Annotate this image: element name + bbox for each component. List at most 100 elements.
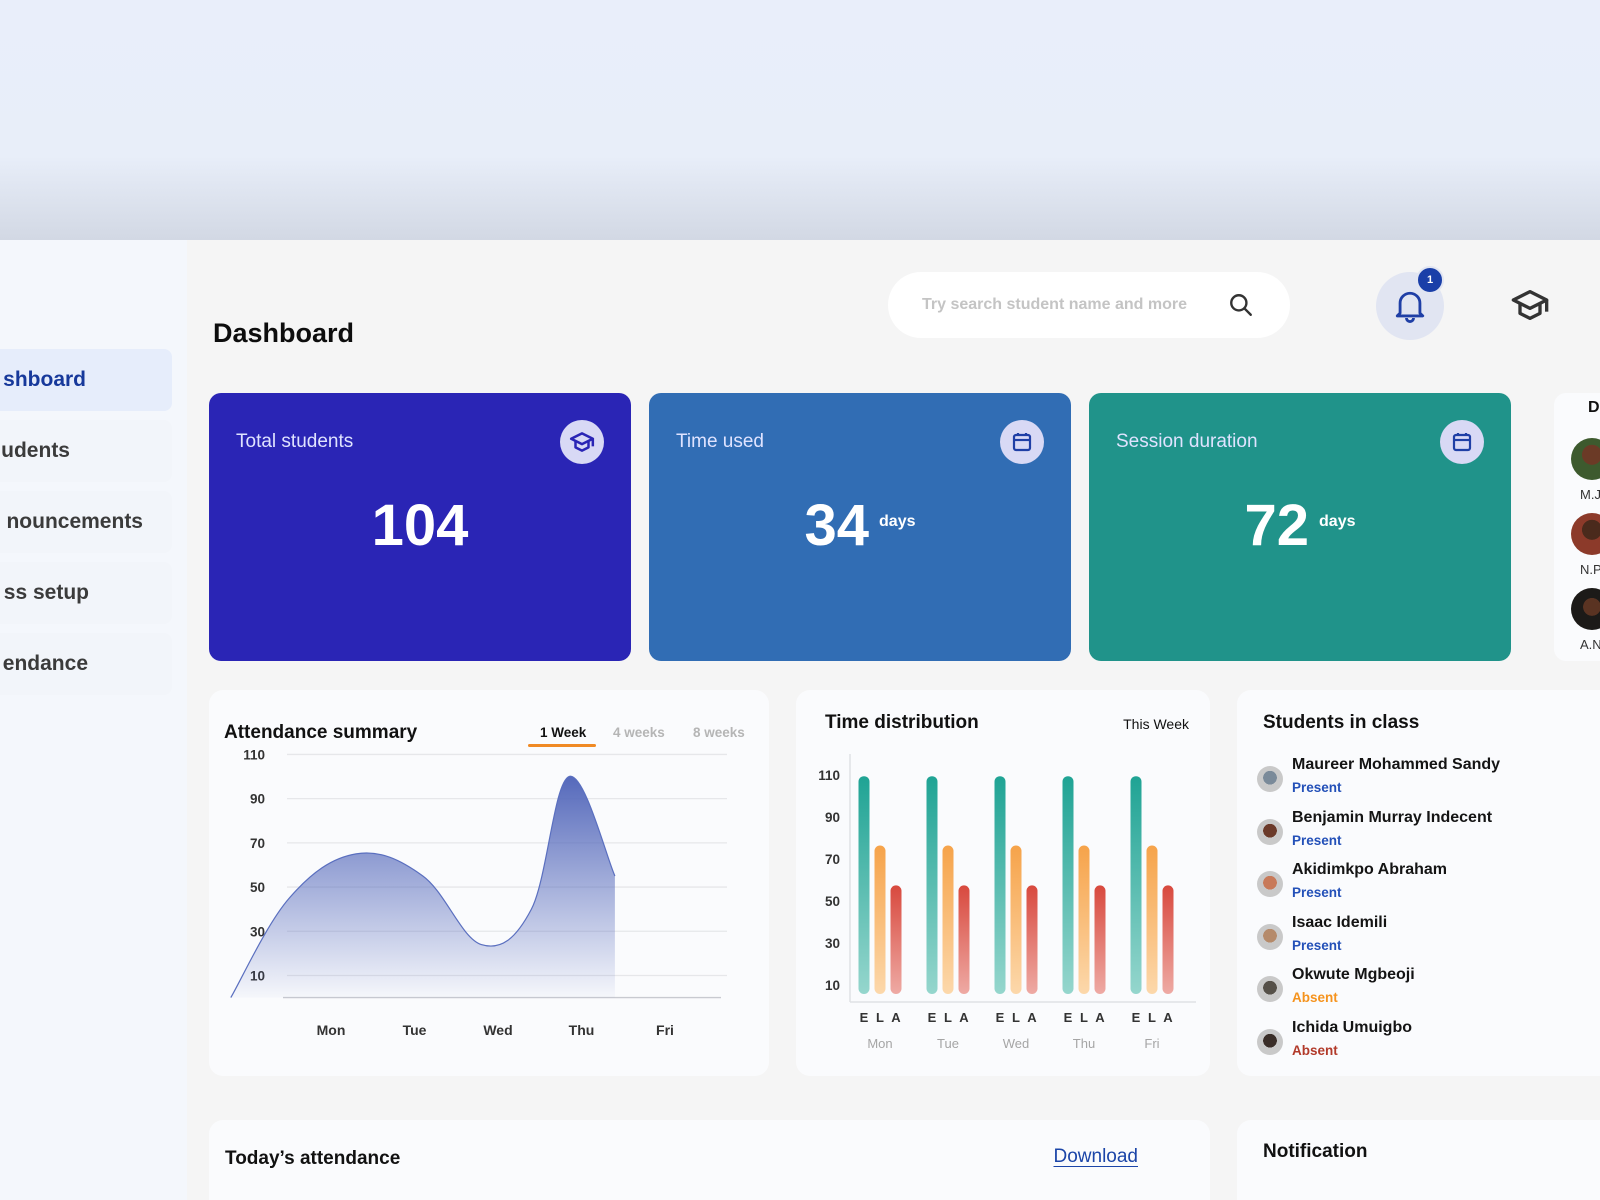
bar-e-thu — [1062, 776, 1074, 994]
y-tick-label: 90 — [825, 810, 840, 825]
todays-attendance-panel: Today’s attendance Download — [209, 1120, 1210, 1200]
bar-l-wed — [1010, 845, 1022, 994]
page-title: Dashboard — [213, 318, 355, 348]
bar-l-mon — [874, 845, 886, 994]
student-name: Maureer Mohammed Sandy — [1292, 756, 1501, 773]
main-content: Dashboard 1 Total students 104 Time used… — [187, 240, 1600, 1200]
bar-sub-label: L — [1080, 1010, 1088, 1025]
search-input[interactable] — [922, 296, 1212, 314]
sidebar-item-class-setup[interactable]: ss setup — [0, 562, 172, 624]
x-tick-label: Tue — [937, 1036, 959, 1051]
stat-value: 104 — [371, 493, 469, 558]
x-tick-label: Tue — [403, 1022, 427, 1038]
stat-label: Total students — [236, 431, 354, 452]
student-row[interactable]: Akidimkpo Abraham Present — [1257, 861, 1587, 911]
student-name: Okwute Mgbeoji — [1292, 966, 1415, 983]
student-row[interactable]: Benjamin Murray Indecent Present — [1257, 809, 1587, 859]
period-selector[interactable]: This Week — [1123, 716, 1189, 732]
x-tick-label: Fri — [656, 1022, 674, 1038]
student-name: Ichida Umuigbo — [1292, 1018, 1412, 1036]
sidebar-item-label: nouncements — [6, 510, 143, 533]
graduation-cap-icon[interactable] — [1510, 285, 1550, 325]
stat-unit: days — [1319, 513, 1356, 530]
panel-title: Time distribution — [825, 712, 979, 733]
student-name: Benjamin Murray Indecent — [1292, 808, 1493, 826]
y-tick-label: 50 — [825, 894, 840, 909]
avatar — [1257, 818, 1283, 845]
y-tick-label: 90 — [250, 792, 265, 807]
student-status: Present — [1292, 780, 1342, 795]
tab-1-week[interactable]: 1 Week — [540, 725, 586, 740]
stat-card-session-duration: Session duration 72 days — [1089, 393, 1511, 661]
panel-title: Today’s attendance — [225, 1148, 401, 1169]
bar-a-fri — [1162, 885, 1174, 994]
attendance-area-chart: 1030507090110MonTueWedThuFri — [230, 750, 727, 1038]
x-tick-label: Wed — [1003, 1036, 1030, 1051]
sidebar: shboard udents nouncements ss setup enda… — [0, 240, 187, 1200]
student-row[interactable]: Isaac Idemili Present — [1257, 914, 1587, 964]
y-tick-label: 110 — [243, 750, 265, 762]
bar-e-fri — [1130, 776, 1142, 994]
bar-sub-label: E — [996, 1010, 1005, 1025]
student-status: Present — [1292, 885, 1342, 900]
bar-e-tue — [926, 776, 938, 994]
download-link[interactable]: Download — [1054, 1146, 1139, 1168]
sidebar-item-dashboard[interactable]: shboard — [0, 349, 172, 411]
avatar[interactable] — [1571, 438, 1600, 480]
bar-a-thu — [1094, 885, 1106, 994]
student-row[interactable]: Ichida Umuigbo Absent — [1257, 1019, 1587, 1069]
bar-e-wed — [994, 776, 1006, 994]
x-tick-label: Thu — [569, 1022, 595, 1038]
bar-sub-label: L — [944, 1010, 952, 1025]
panel-title: Students in class — [1263, 712, 1420, 733]
x-tick-label: Mon — [867, 1036, 892, 1051]
avatar — [1257, 1028, 1283, 1055]
students-in-class-panel: Students in class Maureer Mohammed Sandy… — [1237, 690, 1600, 1076]
sidebar-item-announcements[interactable]: nouncements — [0, 491, 172, 553]
x-tick-label: Fri — [1144, 1036, 1159, 1051]
sidebar-item-attendance[interactable]: endance — [0, 633, 172, 695]
x-tick-label: Wed — [483, 1022, 512, 1038]
partial-card: Da M.J N.P A.N — [1554, 393, 1600, 661]
bar-sub-label: A — [891, 1010, 901, 1025]
avatar — [1257, 871, 1283, 897]
search-icon[interactable] — [1228, 292, 1254, 318]
avatar-initials: N.P — [1580, 562, 1600, 577]
avatar — [1257, 766, 1283, 792]
bar-sub-label: E — [928, 1010, 937, 1025]
bar-sub-label: E — [1064, 1010, 1073, 1025]
x-tick-label: Mon — [317, 1022, 346, 1038]
y-tick-label: 70 — [825, 852, 840, 867]
stat-unit: days — [879, 513, 916, 530]
bar-a-tue — [958, 885, 970, 994]
sidebar-item-label: ss setup — [3, 581, 89, 604]
panel-title: Attendance summary — [224, 722, 418, 743]
tab-4-weeks[interactable]: 4 weeks — [613, 725, 665, 740]
bar-l-fri — [1146, 845, 1158, 994]
y-tick-label: 10 — [825, 978, 840, 993]
graduation-cap-icon — [560, 420, 604, 464]
y-tick-label: 110 — [818, 768, 840, 783]
partial-card-title: Da — [1588, 399, 1600, 416]
stat-label: Session duration — [1116, 431, 1258, 452]
bar-sub-label: L — [1012, 1010, 1020, 1025]
bar-sub-label: A — [1095, 1010, 1105, 1025]
tab-8-weeks[interactable]: 8 weeks — [693, 725, 745, 740]
student-row[interactable]: Maureer Mohammed Sandy Present — [1257, 756, 1587, 806]
panel-title: Notification — [1263, 1141, 1368, 1162]
bar-e-mon — [858, 776, 870, 994]
notification-panel: Notification — [1237, 1120, 1600, 1200]
avatar[interactable] — [1571, 513, 1600, 555]
student-row[interactable]: Okwute Mgbeoji Absent — [1257, 966, 1587, 1016]
stat-value: 72 — [1244, 493, 1310, 558]
time-distribution-panel: Time distribution This Week 10 30 50 70 90 11… — [796, 690, 1210, 1076]
calendar-icon — [1440, 420, 1484, 464]
avatar[interactable] — [1571, 588, 1600, 630]
student-name: Isaac Idemili — [1292, 913, 1388, 931]
bar-sub-label: E — [1132, 1010, 1141, 1025]
bar-l-tue — [942, 845, 954, 994]
y-tick-label: 30 — [825, 936, 840, 951]
avatar — [1257, 923, 1283, 950]
bar-a-mon — [890, 885, 902, 994]
sidebar-item-students[interactable]: udents — [0, 420, 172, 482]
